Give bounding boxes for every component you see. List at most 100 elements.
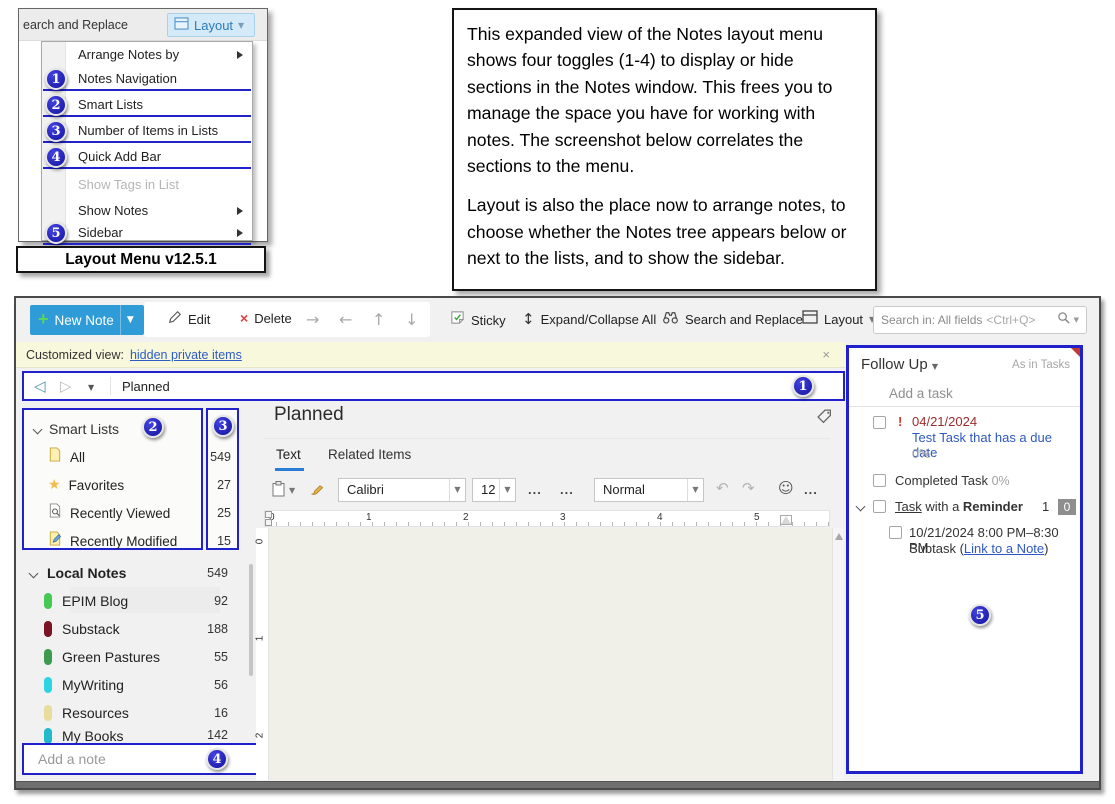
close-icon[interactable]: ×	[822, 347, 836, 362]
sidebar-item-recently-modified[interactable]: Recently Modified	[24, 528, 201, 554]
list-item-substack[interactable]: Substack 188	[30, 616, 240, 642]
menu-item-show-tags: Show Tags in List	[43, 173, 251, 197]
task-title-bold: Reminder	[963, 499, 1023, 514]
item-label: Substack	[62, 621, 120, 637]
nav-history-dropdown[interactable]: ▼	[88, 383, 94, 392]
search-input[interactable]: Search in: All fields <Ctrl+Q> ▼	[873, 306, 1087, 334]
tab-related-items[interactable]: Related Items	[328, 447, 411, 462]
sidebar-item-all[interactable]: All	[24, 444, 201, 470]
smart-lists-header[interactable]: Smart Lists	[24, 416, 201, 442]
task-checkbox[interactable]	[873, 500, 886, 513]
menu-item-notes-navigation[interactable]: Notes Navigation	[43, 67, 251, 91]
undo-icon[interactable]: ↶	[716, 479, 729, 497]
ruler-mark: 3	[560, 512, 566, 523]
search-replace-label: Search and Replace	[685, 312, 803, 327]
menu-item-arrange-notes-by[interactable]: Arrange Notes by	[43, 43, 251, 67]
local-notes-header[interactable]: Local Notes 549	[30, 560, 240, 586]
font-size-value: 12	[481, 482, 495, 497]
emoji-icon[interactable]: ☺	[778, 479, 794, 497]
note-editor-body[interactable]	[269, 528, 832, 780]
move-left-button[interactable]: ←	[339, 310, 352, 329]
menu-item-show-notes[interactable]: Show Notes	[43, 199, 251, 223]
link-to-note[interactable]: Link to a Note	[964, 541, 1044, 556]
list-item-mywriting[interactable]: MyWriting 56	[30, 672, 240, 698]
task-title-link[interactable]: Test Task that has a due date	[912, 430, 1080, 460]
redo-icon[interactable]: ↷	[742, 479, 755, 497]
move-right-button[interactable]: →	[306, 310, 319, 329]
subtask-count: 1	[1042, 499, 1049, 514]
edit-button[interactable]: Edit	[168, 310, 210, 329]
quick-add-bar[interactable]: Add a note 4	[22, 743, 263, 775]
menu-item-quick-add-bar[interactable]: Quick Add Bar	[43, 145, 251, 169]
chevron-down-icon[interactable]	[856, 502, 866, 512]
sticky-button[interactable]: Sticky	[450, 310, 506, 330]
tag-icon[interactable]	[816, 408, 833, 430]
list-item-green-pastures[interactable]: Green Pastures 55	[30, 644, 240, 670]
task-progress: 0%	[912, 447, 930, 461]
app-window: + New Note ▼ Edit × Delete → ← ↑ ↓	[14, 296, 1101, 790]
more-formatting-button-2[interactable]: ...	[560, 482, 574, 497]
item-label: Green Pastures	[62, 649, 160, 665]
more-formatting-button[interactable]: ...	[528, 482, 542, 497]
list-item-clipped[interactable]: My Books 142	[30, 728, 240, 743]
chevron-down-icon	[29, 568, 39, 578]
item-label: Resources	[62, 705, 129, 721]
font-size-select[interactable]: 12 ▼	[472, 478, 516, 502]
menu-item-sidebar[interactable]: Sidebar	[43, 221, 251, 245]
menu-item-smart-lists[interactable]: Smart Lists	[43, 93, 251, 117]
move-up-button[interactable]: ↑	[372, 310, 385, 329]
chevron-down-icon[interactable]: ▼	[1074, 316, 1079, 324]
nav-back-button[interactable]: ◁	[34, 377, 46, 395]
count-recently-viewed: 25	[217, 506, 231, 520]
callout-4: 4	[45, 146, 67, 168]
indent-marker[interactable]	[265, 519, 272, 526]
sidebar-scrollbar[interactable]	[249, 564, 253, 676]
indent-marker[interactable]	[265, 511, 272, 518]
format-painter-icon[interactable]	[309, 481, 325, 501]
expand-collapse-button[interactable]: ↕ Expand/Collapse All	[522, 310, 656, 328]
task-link[interactable]: Task	[895, 499, 922, 514]
right-indent-marker[interactable]	[781, 516, 791, 524]
menu-item-number-of-items[interactable]: Number of Items in Lists	[43, 119, 251, 143]
local-notes-label: Local Notes	[47, 565, 126, 581]
list-item-epim-blog[interactable]: EPIM Blog 92	[30, 588, 240, 614]
task-title[interactable]: Completed Task 0%	[895, 473, 1010, 488]
nav-forward-button[interactable]: ▷	[60, 377, 72, 395]
list-item-resources[interactable]: Resources 16	[30, 700, 240, 726]
sidebar-item-recently-viewed[interactable]: Recently Viewed	[24, 500, 201, 526]
sidebar-item-favorites[interactable]: ★ Favorites	[24, 472, 201, 498]
tab-text[interactable]: Text	[276, 447, 301, 462]
scroll-up-icon[interactable]	[835, 533, 843, 540]
editor-scrollbar[interactable]	[832, 528, 844, 780]
search-replace-button[interactable]: Search and Replace	[662, 310, 803, 329]
add-task-input[interactable]: Add a task	[889, 386, 953, 401]
task-title-text: with a	[922, 499, 963, 514]
more-tools-button[interactable]: ...	[804, 482, 818, 497]
smart-lists-label: Smart Lists	[49, 421, 119, 437]
paragraph-style-select[interactable]: Normal ▼	[594, 478, 704, 502]
description-paragraph-1: This expanded view of the Notes layout m…	[467, 21, 862, 179]
task-checkbox[interactable]	[873, 416, 886, 429]
search-icon[interactable]	[1057, 311, 1070, 329]
hidden-private-items-link[interactable]: hidden private items	[130, 348, 242, 362]
search-placeholder: Search in: All fields	[881, 313, 982, 327]
layout-button[interactable]: Layout ▼	[802, 310, 875, 329]
paste-icon[interactable]	[272, 481, 285, 502]
task-title[interactable]: Task with a Reminder	[895, 499, 1023, 514]
callout-2: 2	[142, 416, 164, 438]
note-title[interactable]: Planned	[274, 404, 344, 426]
delete-button[interactable]: × Delete	[240, 310, 292, 326]
item-label: MyWriting	[62, 677, 124, 693]
item-label: EPIM Blog	[62, 593, 128, 609]
new-note-dropdown[interactable]: ▼	[120, 305, 140, 335]
follow-up-header[interactable]: Follow Up ▼	[861, 356, 938, 373]
ruler-mark: 4	[657, 512, 663, 523]
task-checkbox[interactable]	[889, 526, 902, 539]
task-checkbox[interactable]	[873, 474, 886, 487]
font-family-select[interactable]: Calibri ▼	[338, 478, 466, 502]
subtask-title: Subtask (Link to a Note)	[909, 541, 1048, 556]
new-note-button[interactable]: + New Note ▼	[30, 305, 144, 335]
paste-dropdown[interactable]: ▼	[289, 486, 295, 495]
mini-layout-button[interactable]: Layout ▼	[167, 13, 255, 37]
move-down-button[interactable]: ↓	[405, 310, 418, 329]
